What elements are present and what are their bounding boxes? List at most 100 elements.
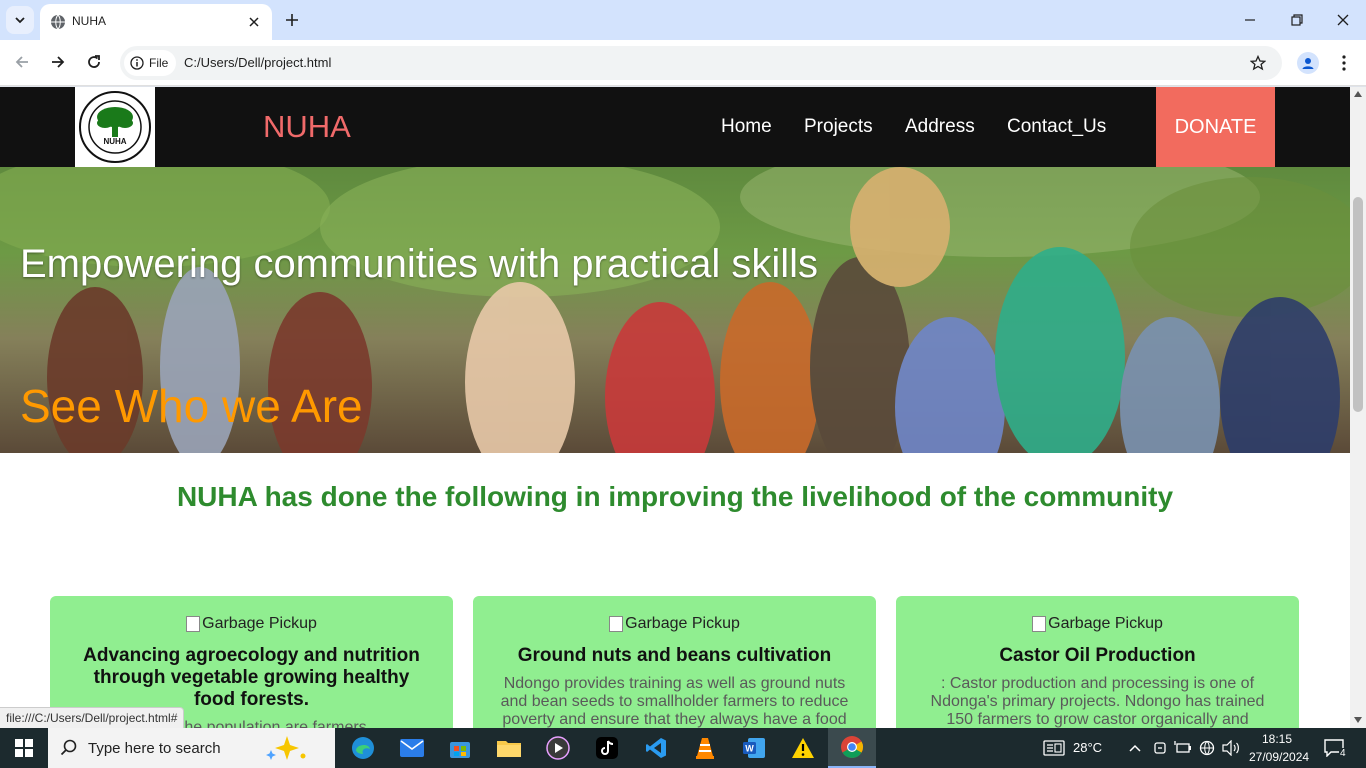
plus-icon	[286, 14, 298, 26]
nav-contact-link[interactable]: Contact_Us	[1007, 116, 1106, 138]
project-card: Garbage Pickup Castor Oil Production : C…	[896, 596, 1299, 728]
reload-button[interactable]	[84, 52, 104, 72]
svg-text:W: W	[745, 744, 754, 754]
nav-home-link[interactable]: Home	[721, 116, 772, 138]
taskbar-chrome[interactable]	[828, 728, 876, 768]
tab-title: NUHA	[72, 14, 107, 28]
broken-image-icon	[1032, 616, 1047, 632]
browser-menu-button[interactable]	[1334, 52, 1354, 74]
forward-button[interactable]	[48, 52, 68, 72]
edge-icon	[352, 737, 374, 759]
vlc-icon	[696, 738, 714, 759]
nuha-logo[interactable]: NUHA	[75, 87, 155, 167]
hero-title: Empowering communities with practical sk…	[20, 242, 819, 286]
section-title: NUHA has done the following in improving…	[176, 481, 1174, 512]
restore-icon	[1291, 14, 1303, 26]
address-toolbar: File C:/Users/Dell/project.html	[0, 40, 1366, 86]
tray-device-icon[interactable]	[1150, 738, 1170, 758]
bookmark-button[interactable]	[1248, 53, 1268, 73]
site-brand[interactable]: NUHA	[263, 109, 351, 145]
hero-subtitle: See Who we Are	[20, 380, 363, 432]
chrome-icon	[841, 736, 863, 758]
taskbar-search[interactable]: Type here to search	[48, 728, 335, 768]
arrow-right-icon	[52, 56, 65, 68]
search-placeholder: Type here to search	[88, 739, 221, 757]
search-icon	[60, 739, 77, 756]
taskbar-word[interactable]: W	[730, 728, 778, 768]
tab-search-button[interactable]	[6, 6, 34, 34]
project-card: Garbage Pickup Ground nuts and beans cul…	[473, 596, 876, 728]
tray-battery[interactable]	[1173, 738, 1193, 758]
svg-text:NUHA: NUHA	[103, 137, 126, 146]
reload-icon	[88, 55, 100, 68]
donate-button[interactable]: DONATE	[1156, 87, 1275, 167]
taskbar: Type here to search W 28°C 18:15 27/09/2…	[0, 728, 1366, 768]
clock-time[interactable]: 18:15	[1262, 732, 1292, 746]
restore-button[interactable]	[1287, 10, 1307, 30]
close-window-button[interactable]	[1333, 10, 1353, 30]
nav-projects-link[interactable]: Projects	[804, 116, 873, 138]
scroll-up-icon[interactable]	[1354, 91, 1362, 97]
back-button[interactable]	[12, 52, 32, 72]
close-icon	[1337, 14, 1349, 26]
taskbar-edge[interactable]	[339, 728, 387, 768]
person-icon	[1302, 58, 1314, 69]
taskbar-file-explorer[interactable]	[485, 728, 533, 768]
start-button[interactable]	[0, 728, 48, 768]
battery-plug-icon	[1174, 741, 1191, 753]
taskbar-tiktok[interactable]	[583, 728, 631, 768]
taskbar-vlc[interactable]	[681, 728, 729, 768]
chevron-down-icon	[15, 17, 25, 24]
page-scrollbar[interactable]	[1350, 87, 1366, 728]
clock-date[interactable]: 27/09/2024	[1249, 750, 1309, 764]
vscode-icon	[646, 738, 666, 758]
mail-icon	[400, 739, 424, 757]
taskbar-store[interactable]	[436, 728, 484, 768]
tray-volume[interactable]	[1221, 738, 1241, 758]
taskbar-mail[interactable]	[388, 728, 436, 768]
hero-banner: Empowering communities with practical sk…	[0, 167, 1350, 453]
card-text: Ndongo provides training as well as grou…	[500, 675, 849, 728]
site-info-chip[interactable]: File	[124, 50, 177, 76]
notification-count: 4	[1339, 748, 1347, 759]
weather-temp[interactable]: 28°C	[1073, 740, 1102, 755]
tray-overflow-button[interactable]	[1125, 738, 1145, 758]
sparkle-icon	[266, 736, 306, 760]
minimize-button[interactable]	[1240, 10, 1260, 30]
taskbar-warning-app[interactable]	[779, 728, 827, 768]
status-link-preview: file:///C:/Users/Dell/project.html#	[0, 707, 185, 729]
nav-address-link[interactable]: Address	[905, 116, 975, 138]
scroll-down-icon[interactable]	[1354, 717, 1362, 723]
tray-network[interactable]	[1197, 738, 1217, 758]
card-title: Ground nuts and beans cultivation	[517, 645, 832, 666]
arrow-left-icon	[15, 56, 28, 68]
info-icon	[130, 56, 144, 70]
image-alt-text: Garbage Pickup	[625, 615, 740, 632]
globe-network-icon	[1199, 740, 1215, 756]
omnibox[interactable]: File C:/Users/Dell/project.html	[120, 46, 1282, 80]
taskbar-vscode[interactable]	[632, 728, 680, 768]
new-tab-button[interactable]	[282, 10, 302, 30]
more-vertical-icon	[1342, 55, 1346, 71]
weather-button[interactable]	[1043, 738, 1065, 758]
tab-close-icon[interactable]	[244, 12, 264, 32]
url-text[interactable]: C:/Users/Dell/project.html	[184, 55, 331, 70]
card-title: Advancing agroecology and nutrition thro…	[83, 645, 420, 710]
play-icon	[546, 736, 570, 760]
broken-image: Garbage Pickup	[473, 615, 876, 633]
broken-image: Garbage Pickup	[896, 615, 1299, 633]
speaker-icon	[1222, 740, 1239, 756]
windows-icon	[15, 739, 33, 757]
page-viewport: NUHA NUHA Home Projects Address Contact_…	[0, 87, 1366, 728]
file-label: File	[149, 56, 169, 70]
warning-icon	[792, 738, 814, 758]
profile-button[interactable]	[1297, 52, 1319, 74]
word-icon: W	[743, 738, 765, 758]
browser-tab[interactable]: NUHA	[40, 4, 272, 40]
logo-seal-icon: NUHA	[79, 91, 151, 163]
card-title: Castor Oil Production	[999, 645, 1196, 666]
card-text: : Castor production and processing is on…	[930, 675, 1265, 728]
scroll-thumb[interactable]	[1353, 197, 1363, 412]
site-navbar: NUHA NUHA Home Projects Address Contact_…	[0, 87, 1350, 167]
taskbar-media-player[interactable]	[534, 728, 582, 768]
